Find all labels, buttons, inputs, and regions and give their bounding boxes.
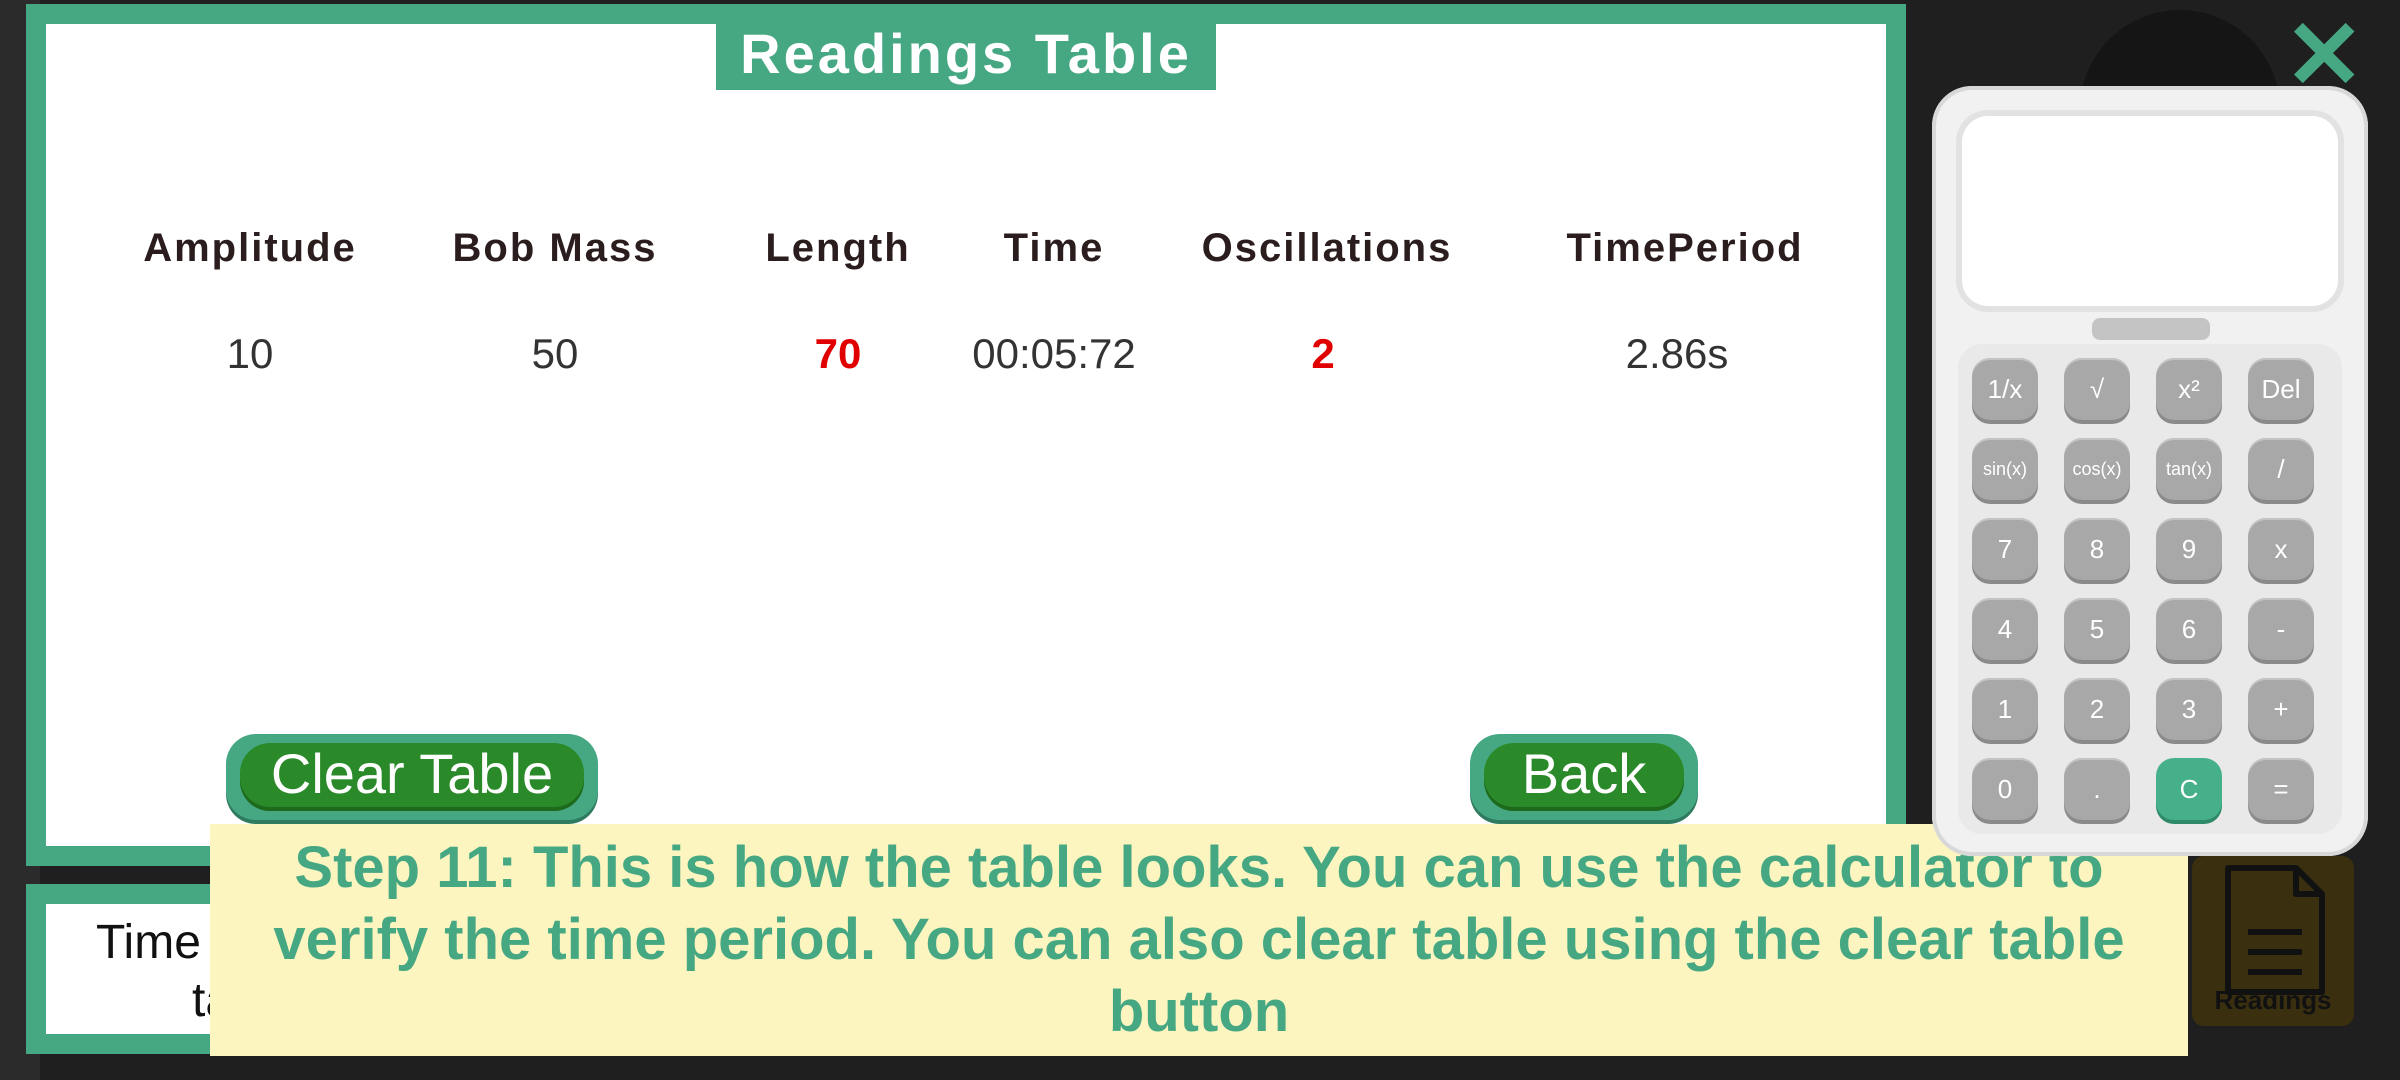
calculator-display: [1962, 116, 2338, 306]
key-0[interactable]: 0: [1972, 758, 2038, 820]
key-tan[interactable]: tan(x): [2156, 438, 2222, 500]
key-cos[interactable]: cos(x): [2064, 438, 2130, 500]
key-decimal[interactable]: .: [2064, 758, 2130, 820]
key-9[interactable]: 9: [2156, 518, 2222, 580]
key-subtract[interactable]: -: [2248, 598, 2314, 660]
header-bob-mass: Bob Mass: [452, 226, 658, 270]
readings-label: Readings: [2214, 985, 2332, 1015]
key-multiply[interactable]: x: [2248, 518, 2314, 580]
key-5[interactable]: 5: [2064, 598, 2130, 660]
key-8[interactable]: 8: [2064, 518, 2130, 580]
header-amplitude: Amplitude: [143, 226, 357, 270]
key-sqrt[interactable]: √: [2064, 358, 2130, 420]
key-delete[interactable]: Del: [2248, 358, 2314, 420]
key-equals[interactable]: =: [2248, 758, 2314, 820]
key-6[interactable]: 6: [2156, 598, 2222, 660]
cell-oscillations: 2: [1311, 330, 1335, 377]
panel-title: Readings Table: [716, 18, 1216, 90]
back-button[interactable]: Back: [1470, 734, 1698, 820]
cell-amplitude: 10: [226, 330, 274, 377]
header-time-period: TimePeriod: [1566, 226, 1804, 270]
key-sin[interactable]: sin(x): [1972, 438, 2038, 500]
cell-length: 70: [814, 330, 862, 377]
key-reciprocal[interactable]: 1/x: [1972, 358, 2038, 420]
key-7[interactable]: 7: [1972, 518, 2038, 580]
clear-table-label: Clear Table: [240, 743, 584, 811]
header-oscillations: Oscillations: [1201, 226, 1453, 270]
back-label: Back: [1484, 743, 1684, 811]
close-icon[interactable]: ✕: [2284, 8, 2364, 104]
key-square[interactable]: x²: [2156, 358, 2222, 420]
header-time: Time: [1003, 226, 1105, 270]
key-divide[interactable]: /: [2248, 438, 2314, 500]
key-clear[interactable]: C: [2156, 758, 2222, 820]
readings-button[interactable]: Readings: [2192, 856, 2354, 1026]
cell-bob-mass: 50: [531, 330, 579, 377]
key-2[interactable]: 2: [2064, 678, 2130, 740]
key-add[interactable]: +: [2248, 678, 2314, 740]
step-caption: Step 11: This is how the table looks. Yo…: [210, 824, 2188, 1056]
key-4[interactable]: 4: [1972, 598, 2038, 660]
header-length: Length: [765, 226, 911, 270]
key-1[interactable]: 1: [1972, 678, 2038, 740]
cell-time-period: 2.86s: [1625, 330, 1729, 377]
calculator-slot: [2092, 318, 2210, 340]
calculator: 1/x √ x² Del sin(x) cos(x) tan(x) / 7 8 …: [1932, 86, 2368, 856]
cell-time: 00:05:72: [972, 330, 1136, 377]
clear-table-button[interactable]: Clear Table: [226, 734, 598, 820]
calculator-keypad: 1/x √ x² Del sin(x) cos(x) tan(x) / 7 8 …: [1958, 344, 2342, 834]
key-3[interactable]: 3: [2156, 678, 2222, 740]
